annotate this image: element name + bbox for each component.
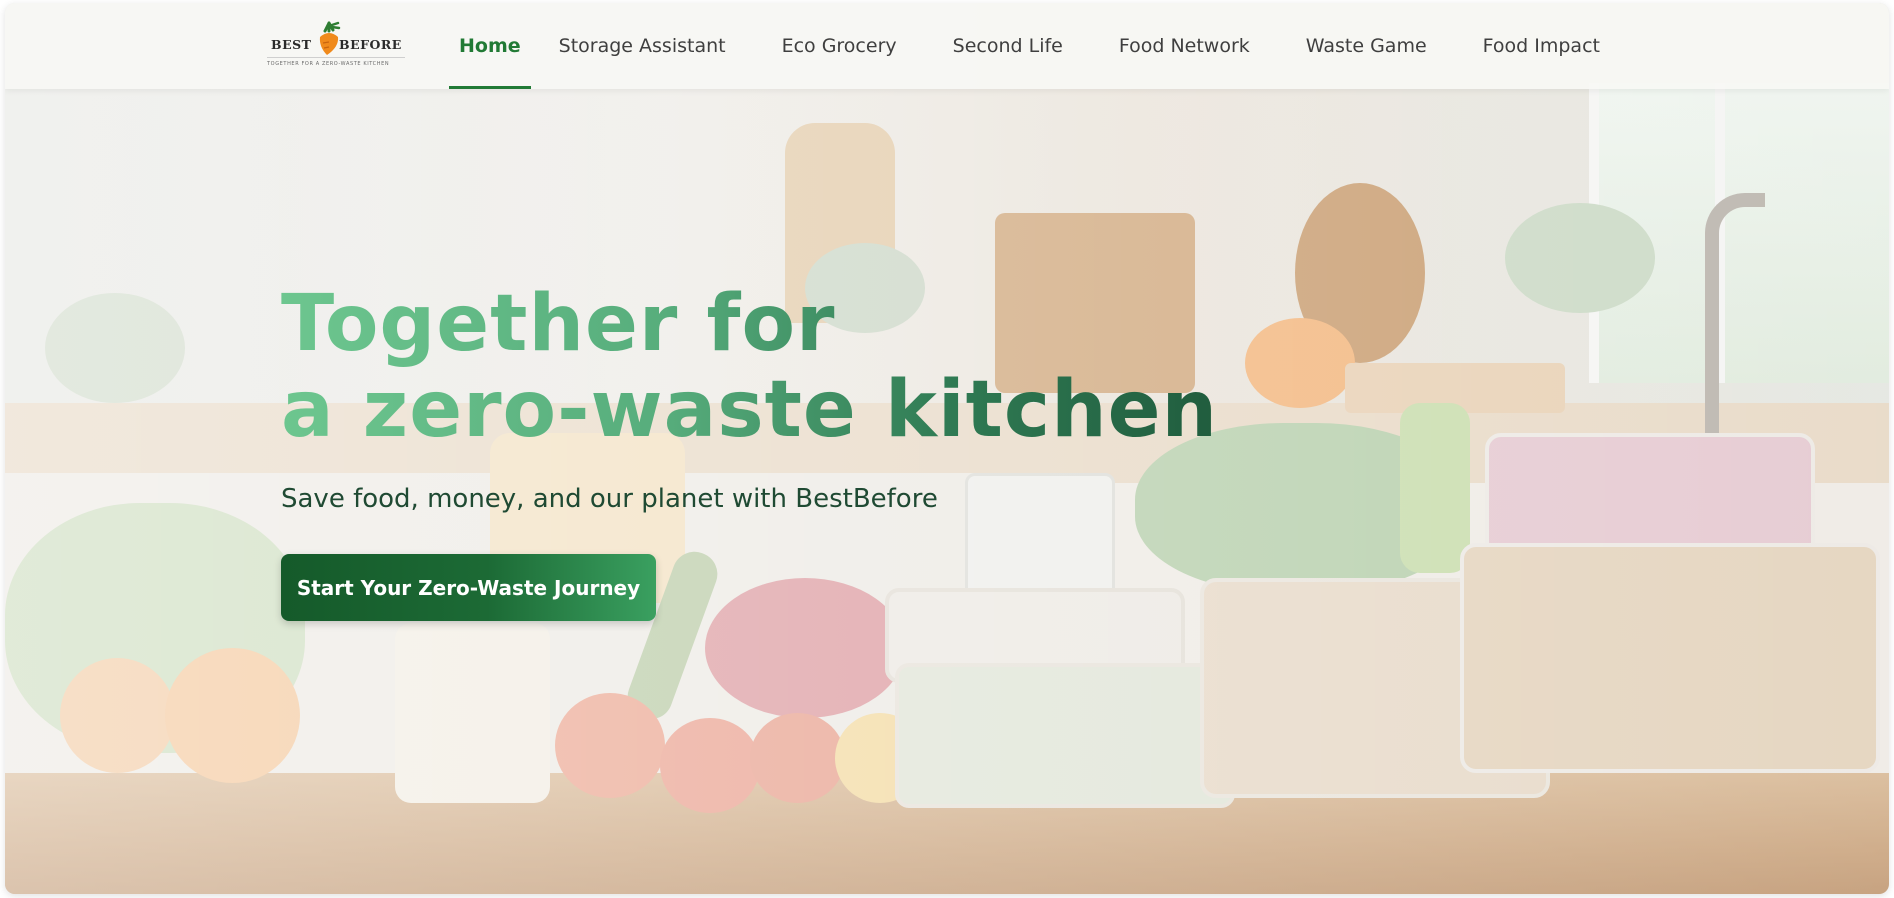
start-journey-button[interactable]: Start Your Zero-Waste Journey — [281, 554, 656, 621]
logo-name-left: BEST — [271, 37, 312, 52]
logo-tagline: TOGETHER FOR A ZERO-WASTE KITCHEN — [267, 61, 390, 67]
nav-item-food-network[interactable]: Food Network — [1091, 3, 1278, 89]
hero-title-line-1: Together for — [281, 279, 836, 369]
brand-logo[interactable]: BEST BEFORE TOGETHER FOR A ZERO-WASTE KI… — [267, 19, 407, 71]
nav-item-storage-assistant[interactable]: Storage Assistant — [559, 3, 754, 89]
hero-title: Together for a zero-waste kitchen — [281, 281, 1241, 453]
nav-item-food-impact[interactable]: Food Impact — [1455, 3, 1628, 89]
page-frame: BEST BEFORE TOGETHER FOR A ZERO-WASTE KI… — [5, 3, 1889, 894]
logo-divider — [267, 57, 405, 58]
hero-title-line-2: a zero-waste kitchen — [281, 365, 1219, 455]
nav-item-second-life[interactable]: Second Life — [925, 3, 1091, 89]
site-header: BEST BEFORE TOGETHER FOR A ZERO-WASTE KI… — [5, 3, 1889, 89]
nav-item-home[interactable]: Home — [449, 3, 531, 89]
hero-subtitle: Save food, money, and our planet with Be… — [281, 484, 938, 514]
logo-name-right: BEFORE — [339, 37, 402, 52]
nav-item-waste-game[interactable]: Waste Game — [1278, 3, 1455, 89]
nav-item-eco-grocery[interactable]: Eco Grocery — [754, 3, 925, 89]
main-nav: Home Storage Assistant Eco Grocery Secon… — [449, 3, 1628, 89]
